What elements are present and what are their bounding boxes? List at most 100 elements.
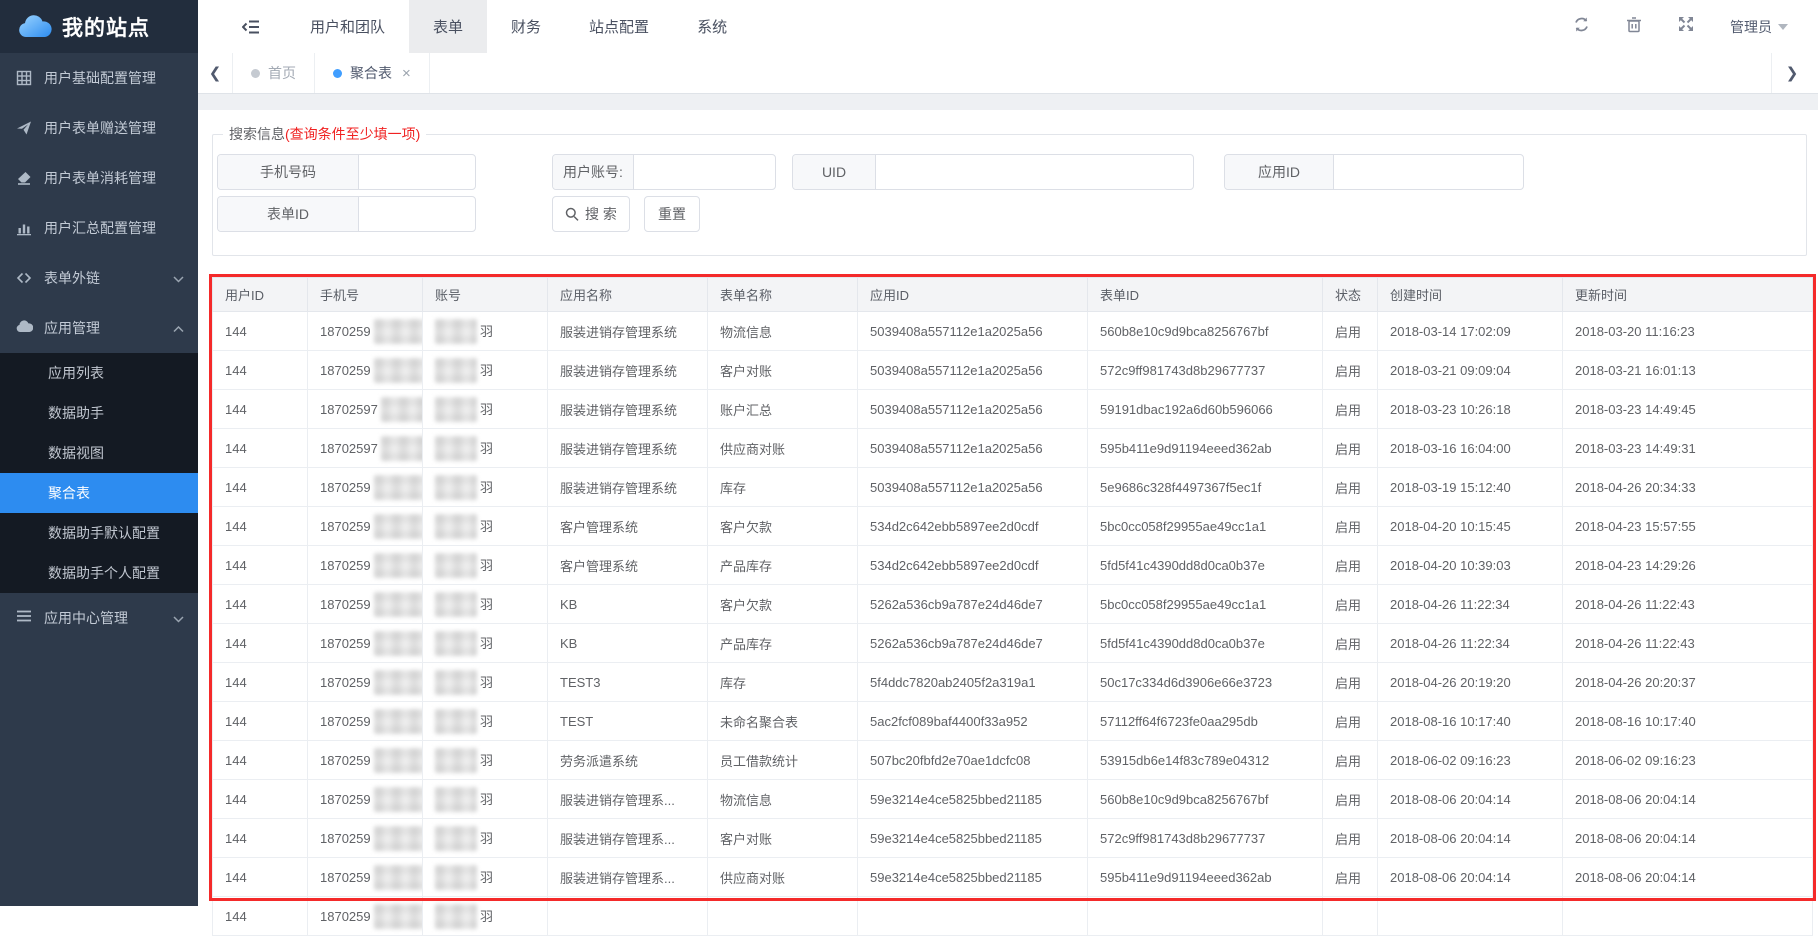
cell-phone: 1870259 — [308, 897, 423, 936]
cell-app-name: TEST — [548, 702, 708, 741]
cell-updated: 2018-04-26 20:34:33 — [1563, 468, 1813, 507]
chevron-down-icon — [173, 610, 184, 626]
redaction-blur — [374, 748, 423, 773]
cell-updated: 2018-08-06 20:04:14 — [1563, 819, 1813, 858]
app-id-input[interactable] — [1334, 155, 1523, 189]
col-form-name: 表单名称 — [708, 278, 858, 312]
cell-updated: 2018-06-02 09:16:23 — [1563, 741, 1813, 780]
cell-form-id: 59191dbac192a6d60b596066 — [1088, 390, 1323, 429]
form-id-field-label: 表单ID — [218, 197, 359, 231]
cell-user-id: 144 — [213, 858, 308, 897]
cell-app-name: 服装进销存管理系统 — [548, 312, 708, 351]
grid-icon — [16, 70, 33, 87]
cell-app-id: 59e3214e4ce5825bbed21185 — [858, 780, 1088, 819]
redaction-blur — [435, 670, 477, 695]
redaction-blur — [374, 631, 423, 656]
admin-menu[interactable]: 管理员 — [1730, 17, 1788, 37]
cell-user-id: 144 — [213, 468, 308, 507]
cell-form-name: 客户欠款 — [708, 507, 858, 546]
redaction-blur — [435, 397, 477, 422]
cell-account: 羽 — [423, 702, 548, 741]
tabs-scroll-left-icon[interactable]: ❮ — [198, 53, 233, 93]
cell-updated: 2018-03-21 16:01:13 — [1563, 351, 1813, 390]
uid-field-label: UID — [793, 155, 876, 189]
sidebar-item-aggregate-table[interactable]: 聚合表 — [0, 473, 198, 513]
cell-app-id: 5039408a557112e1a2025a56 — [858, 390, 1088, 429]
tab-aggregate-table[interactable]: 聚合表 × — [315, 53, 430, 93]
cell-form-name: 账户汇总 — [708, 390, 858, 429]
search-row-2: 表单ID 搜 索 重置 — [213, 196, 1806, 232]
uid-input[interactable] — [876, 155, 1193, 189]
sidebar-item-summary-config[interactable]: 用户汇总配置管理 — [0, 203, 198, 253]
search-button[interactable]: 搜 索 — [552, 196, 630, 232]
cell-form-id: 595b411e9d91194eeed362ab — [1088, 429, 1323, 468]
cell-status: 启用 — [1323, 468, 1378, 507]
nav-item-site-config[interactable]: 站点配置 — [565, 0, 673, 53]
refresh-icon[interactable] — [1573, 16, 1590, 38]
phone-input[interactable] — [359, 155, 475, 189]
form-id-input[interactable] — [359, 197, 475, 231]
reset-button-label: 重置 — [658, 204, 686, 224]
cell-updated: 2018-04-26 11:22:43 — [1563, 624, 1813, 663]
nav-item-finance[interactable]: 财务 — [487, 0, 565, 53]
cell-app-name: 客户管理系统 — [548, 507, 708, 546]
cell-form-name: 物流信息 — [708, 780, 858, 819]
col-user-id: 用户ID — [213, 278, 308, 312]
cell-account: 羽 — [423, 897, 548, 936]
cell-user-id: 144 — [213, 897, 308, 936]
search-title-note: (查询条件至少填一项) — [285, 126, 420, 142]
redaction-blur — [374, 904, 423, 929]
sidebar-item-app-management[interactable]: 应用管理 — [0, 303, 198, 353]
menu-icon — [16, 610, 33, 627]
cell-form-name: 客户对账 — [708, 819, 858, 858]
cell-user-id: 144 — [213, 585, 308, 624]
cell-account: 羽 — [423, 507, 548, 546]
trash-icon[interactable] — [1626, 16, 1642, 38]
main-area: ❮ 首页 聚合表 × ❯ 搜索信息(查询条件至少填一项) 手机号码 用户账号: — [198, 53, 1818, 906]
cell-form-name: 供应商对账 — [708, 858, 858, 897]
nav-item-system[interactable]: 系统 — [673, 0, 751, 53]
tabs-scroll-right-icon[interactable]: ❯ — [1771, 53, 1812, 93]
sidebar-item-form-gift[interactable]: 用户表单赠送管理 — [0, 103, 198, 153]
cell-form-name: 物流信息 — [708, 312, 858, 351]
sidebar-item-assistant-personal-config[interactable]: 数据助手个人配置 — [0, 553, 198, 593]
account-input[interactable] — [634, 155, 775, 189]
cell-user-id: 144 — [213, 312, 308, 351]
sidebar-item-user-base-config[interactable]: 用户基础配置管理 — [0, 53, 198, 103]
sidebar-item-assistant-default-config[interactable]: 数据助手默认配置 — [0, 513, 198, 553]
close-icon[interactable]: × — [402, 65, 411, 82]
sidebar-collapse-icon[interactable] — [242, 0, 260, 53]
cell-app-id: 5039408a557112e1a2025a56 — [858, 351, 1088, 390]
top-navbar: 我的站点 用户和团队 表单 财务 站点配置 系统 — [0, 0, 1818, 53]
sidebar-item-data-assistant[interactable]: 数据助手 — [0, 393, 198, 433]
cell-app-name — [548, 897, 708, 936]
table-row: 14418702597羽服装进销存管理系统账户汇总5039408a557112e… — [213, 390, 1813, 429]
sidebar-item-app-center-management[interactable]: 应用中心管理 — [0, 593, 198, 643]
table-row: 1441870259羽服装进销存管理系统库存5039408a557112e1a2… — [213, 468, 1813, 507]
fullscreen-icon[interactable] — [1678, 16, 1694, 37]
sidebar-item-form-external-link[interactable]: 表单外链 — [0, 253, 198, 303]
table-row: 1441870259羽服装进销存管理系统客户对账5039408a557112e1… — [213, 351, 1813, 390]
cell-form-id: 560b8e10c9d9bca8256767bf — [1088, 312, 1323, 351]
redaction-blur — [374, 787, 423, 812]
redaction-blur — [435, 319, 477, 344]
sidebar-item-form-consume[interactable]: 用户表单消耗管理 — [0, 153, 198, 203]
sidebar-item-data-view[interactable]: 数据视图 — [0, 433, 198, 473]
col-updated: 更新时间 — [1563, 278, 1813, 312]
cell-created: 2018-03-19 15:12:40 — [1378, 468, 1563, 507]
reset-button[interactable]: 重置 — [644, 196, 700, 232]
redaction-blur — [435, 475, 477, 500]
redaction-blur — [374, 865, 423, 890]
cell-updated: 2018-08-16 10:17:40 — [1563, 702, 1813, 741]
redaction-blur — [374, 514, 423, 539]
table-row: 1441870259羽服装进销存管理系统物流信息5039408a557112e1… — [213, 312, 1813, 351]
sidebar-item-app-list[interactable]: 应用列表 — [0, 353, 198, 393]
cell-created: 2018-04-20 10:15:45 — [1378, 507, 1563, 546]
nav-item-users-teams[interactable]: 用户和团队 — [286, 0, 409, 53]
cell-phone: 1870259 — [308, 351, 423, 390]
redaction-blur — [435, 787, 477, 812]
cell-user-id: 144 — [213, 546, 308, 585]
nav-item-forms[interactable]: 表单 — [409, 0, 487, 53]
cell-user-id: 144 — [213, 741, 308, 780]
tab-home[interactable]: 首页 — [233, 53, 315, 93]
